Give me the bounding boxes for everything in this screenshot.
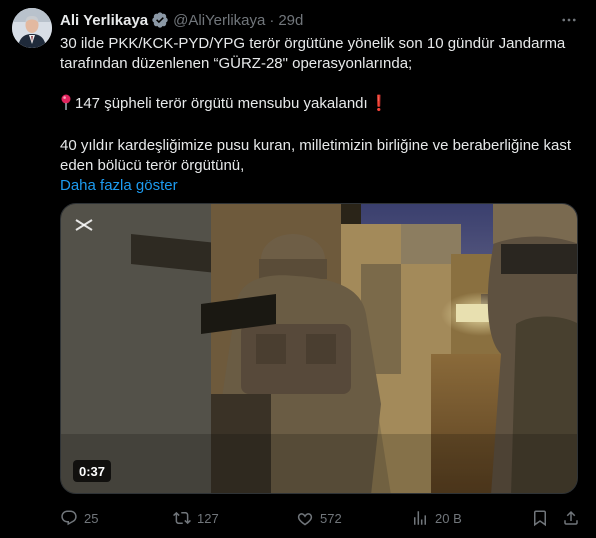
- retweet-icon: [173, 511, 191, 525]
- share-button[interactable]: [562, 509, 586, 527]
- tweet-actions: 25 127 572 20 B: [60, 506, 580, 530]
- views-button[interactable]: 20 B: [411, 509, 462, 527]
- share-icon: [564, 510, 578, 525]
- heart-icon: [297, 513, 313, 526]
- capcut-logo-icon: [75, 218, 93, 237]
- tweet-paragraph-2-text: 147 şüpheli terör örgütü mensubu yakalan…: [75, 95, 368, 112]
- timestamp[interactable]: 29d: [278, 12, 303, 29]
- round-pushpin-icon: [60, 94, 72, 116]
- views-count: 20 B: [435, 510, 462, 526]
- tweet-paragraph-2: 147 şüpheli terör örgütü mensubu yakalan…: [60, 94, 582, 116]
- author-name[interactable]: Ali Yerlikaya: [60, 12, 148, 29]
- header-separator: ·: [269, 11, 275, 29]
- views-chart-icon: [414, 511, 426, 525]
- bookmark-icon: [534, 510, 546, 527]
- more-options-icon[interactable]: [558, 10, 580, 30]
- tweet-paragraph-3: 40 yıldır kardeşliğimize pusu kuran, mil…: [60, 137, 572, 174]
- video-duration-badge: 0:37: [73, 460, 112, 482]
- author-handle[interactable]: @AliYerlikaya: [173, 12, 265, 29]
- like-count: 572: [320, 510, 342, 526]
- tweet-text: 30 ilde PKK/KCK-PYD/YPG terör örgütüne y…: [60, 34, 582, 196]
- verified-badge-icon: [151, 11, 169, 29]
- video-player[interactable]: 0:37: [60, 203, 578, 494]
- reply-icon: [61, 510, 77, 526]
- exclamation-icon: ❗: [369, 95, 389, 112]
- avatar[interactable]: [12, 8, 52, 48]
- tweet-header: Ali Yerlikaya @AliYerlikaya · 29d: [60, 10, 303, 30]
- like-button[interactable]: 572: [296, 509, 342, 527]
- bookmark-button[interactable]: [531, 509, 555, 527]
- show-more-link[interactable]: Daha fazla göster: [60, 176, 178, 196]
- reply-button[interactable]: 25: [60, 509, 98, 527]
- tweet[interactable]: Ali Yerlikaya @AliYerlikaya · 29d 30 ild…: [0, 0, 596, 538]
- video-thumbnail: [61, 204, 577, 493]
- retweet-count: 127: [197, 510, 219, 526]
- retweet-button[interactable]: 127: [173, 509, 219, 527]
- reply-count: 25: [84, 510, 99, 526]
- tweet-paragraph-1: 30 ilde PKK/KCK-PYD/YPG terör örgütüne y…: [60, 35, 566, 72]
